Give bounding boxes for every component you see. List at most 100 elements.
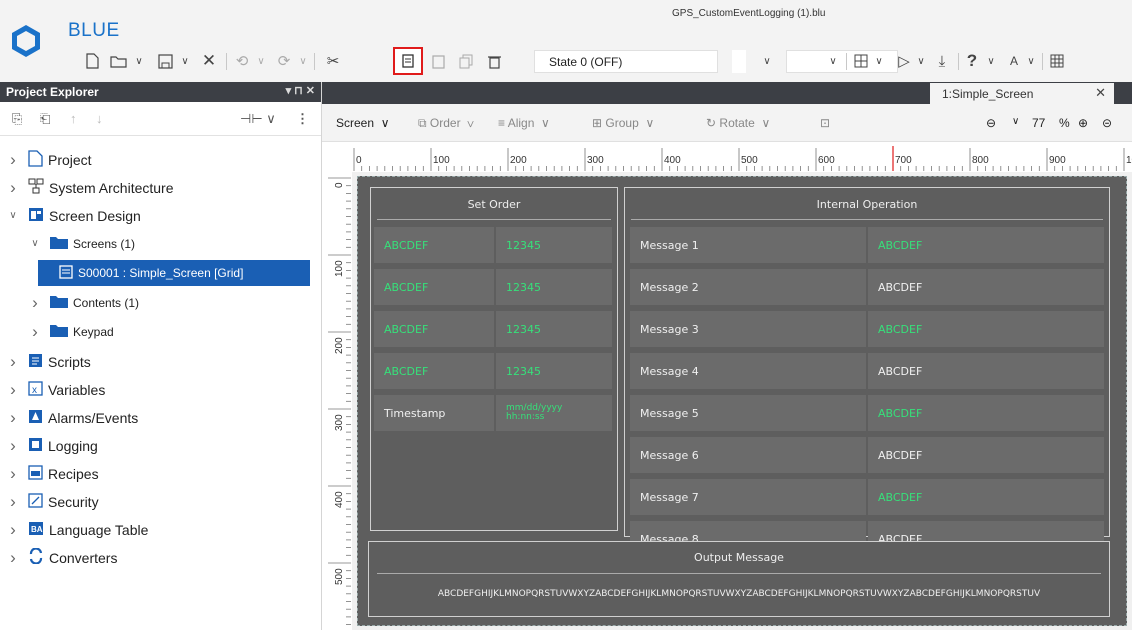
tree-item-scripts[interactable]: › Scripts xyxy=(6,348,91,375)
chevron-right-icon[interactable]: › xyxy=(6,492,20,512)
tree-item-screen-design[interactable]: ∨ Screen Design xyxy=(6,202,141,229)
tree-item-screens-1[interactable]: ∨ Screens (1) xyxy=(28,230,135,257)
close-tab-icon[interactable]: ✕ xyxy=(1095,85,1106,101)
state-select-chevron-icon[interactable]: ∨ xyxy=(760,48,774,74)
message-value-cell[interactable]: ABCDEF xyxy=(868,479,1104,515)
more-options-icon[interactable]: ⋮ xyxy=(296,111,309,127)
tab-simple-screen[interactable]: 1:Simple_Screen ✕ xyxy=(930,83,1114,104)
text-format-icon[interactable]: A xyxy=(1004,48,1024,74)
delete-icon[interactable] xyxy=(484,48,504,74)
message-name-cell[interactable]: Message 6 xyxy=(630,437,866,473)
secondary-select-chevron-icon[interactable]: ∨ xyxy=(826,48,840,74)
zoom-in-icon[interactable]: ⊕ xyxy=(1078,116,1088,130)
set-order-value-cell[interactable]: 12345 xyxy=(496,311,612,347)
state-select[interactable]: State 0 (OFF) xyxy=(534,50,718,73)
chevron-down-icon[interactable]: ∨ xyxy=(28,238,42,249)
zoom-chevron-icon[interactable]: ∨ xyxy=(1012,116,1019,127)
rotate-dropdown[interactable]: ↻ Rotate ∨ xyxy=(706,116,770,130)
set-order-name-cell[interactable]: ABCDEF xyxy=(374,311,494,347)
chevron-right-icon[interactable]: › xyxy=(6,352,20,372)
chevron-right-icon[interactable]: › xyxy=(6,150,20,170)
set-order-name-cell[interactable]: ABCDEF xyxy=(374,353,494,389)
set-order-value-cell[interactable]: 12345 xyxy=(496,269,612,305)
chevron-right-icon[interactable]: › xyxy=(6,408,20,428)
tree-item-keypad[interactable]: › Keypad xyxy=(28,318,114,345)
text-format-chevron-icon[interactable]: ∨ xyxy=(1024,48,1038,74)
help-icon[interactable]: ? xyxy=(962,48,982,74)
set-order-value-cell[interactable]: 12345 xyxy=(496,353,612,389)
add-item-icon[interactable]: ⎘ xyxy=(12,111,22,127)
open-dropdown-chevron-icon[interactable]: ∨ xyxy=(132,48,146,74)
open-icon[interactable] xyxy=(108,48,130,74)
chevron-right-icon[interactable]: › xyxy=(6,464,20,484)
grid-icon[interactable] xyxy=(1046,48,1068,74)
tree-item-security[interactable]: › Security xyxy=(6,488,98,515)
message-name-cell[interactable]: Message 4 xyxy=(630,353,866,389)
close-icon[interactable]: ✕ xyxy=(198,48,220,74)
align-dropdown[interactable]: ≡ Align ∨ xyxy=(498,116,550,130)
chevron-right-icon[interactable]: › xyxy=(6,520,20,540)
tree-item-logging[interactable]: › Logging xyxy=(6,432,98,459)
set-order-name-cell[interactable]: Timestamp xyxy=(374,395,494,431)
paste-icon[interactable] xyxy=(428,48,448,74)
hmi-screen[interactable]: Set Order Internal Operation ABCDEF 12345… xyxy=(357,176,1127,626)
run-icon[interactable]: ▷ xyxy=(894,48,914,74)
chevron-right-icon[interactable]: › xyxy=(6,178,20,198)
group-dropdown[interactable]: ⊞ Group ∨ xyxy=(592,116,654,130)
copy-icon[interactable] xyxy=(393,47,423,75)
message-name-cell[interactable]: Message 2 xyxy=(630,269,866,305)
tree-item-language-table[interactable]: › BA Language Table xyxy=(6,516,148,543)
layout-icon[interactable] xyxy=(850,48,872,74)
screen-dropdown[interactable]: Screen ∨ xyxy=(336,116,390,130)
zoom-value[interactable]: 77 xyxy=(1032,116,1045,130)
move-up-icon[interactable]: ↑ xyxy=(70,111,77,126)
help-chevron-icon[interactable]: ∨ xyxy=(984,48,998,74)
tree-item-system-architecture[interactable]: › System Architecture xyxy=(6,174,173,201)
move-down-icon[interactable]: ↓ xyxy=(96,111,103,126)
chevron-right-icon[interactable]: › xyxy=(28,322,42,342)
message-value-cell[interactable]: ABCDEF xyxy=(868,269,1104,305)
tree-item-contents-1[interactable]: › Contents (1) xyxy=(28,289,139,316)
message-name-cell[interactable]: Message 1 xyxy=(630,227,866,263)
panel-controls[interactable]: ▾ ⊓ ✕ xyxy=(286,84,315,97)
message-name-cell[interactable]: Message 7 xyxy=(630,479,866,515)
set-order-name-cell[interactable]: ABCDEF xyxy=(374,269,494,305)
undo-icon[interactable]: ⟲ xyxy=(232,48,252,74)
tree-item-converters[interactable]: › Converters xyxy=(6,544,117,571)
chevron-right-icon[interactable]: › xyxy=(6,548,20,568)
tree-item-recipes[interactable]: › Recipes xyxy=(6,460,98,487)
order-dropdown[interactable]: ⧉ Order ∨ xyxy=(418,116,474,131)
tree-item-project[interactable]: › Project xyxy=(6,146,91,173)
chevron-right-icon[interactable]: › xyxy=(28,293,42,313)
chevron-right-icon[interactable]: › xyxy=(6,436,20,456)
save-icon[interactable] xyxy=(154,48,176,74)
message-value-cell[interactable]: ABCDEF xyxy=(868,437,1104,473)
chevron-right-icon[interactable]: › xyxy=(6,380,20,400)
collapse-icon[interactable]: ⊣⊢ ∨ xyxy=(240,111,276,127)
undo-chevron-icon[interactable]: ∨ xyxy=(254,48,268,74)
message-value-cell[interactable]: ABCDEF xyxy=(868,395,1104,431)
zoom-out-icon[interactable]: ⊖ xyxy=(986,116,996,130)
chevron-down-icon[interactable]: ∨ xyxy=(6,210,20,221)
import-icon[interactable]: ⎗ xyxy=(40,111,50,127)
message-value-cell[interactable]: ABCDEF xyxy=(868,227,1104,263)
message-name-cell[interactable]: Message 5 xyxy=(630,395,866,431)
tree-item-alarms-events[interactable]: › Alarms/Events xyxy=(6,404,138,431)
preview-icon[interactable]: ⊡ xyxy=(820,116,830,130)
message-value-cell[interactable]: ABCDEF xyxy=(868,311,1104,347)
save-dropdown-chevron-icon[interactable]: ∨ xyxy=(178,48,192,74)
duplicate-icon[interactable] xyxy=(456,48,476,74)
zoom-fit-icon[interactable]: ⊝ xyxy=(1102,116,1112,130)
set-order-name-cell[interactable]: ABCDEF xyxy=(374,227,494,263)
message-value-cell[interactable]: ABCDEF xyxy=(868,353,1104,389)
set-order-value-cell[interactable]: mm/dd/yyyy hh:nn:ss xyxy=(496,395,612,431)
set-order-value-cell[interactable]: 12345 xyxy=(496,227,612,263)
layout-chevron-icon[interactable]: ∨ xyxy=(872,48,886,74)
redo-chevron-icon[interactable]: ∨ xyxy=(296,48,310,74)
cut-icon[interactable]: ✂ xyxy=(322,48,344,74)
run-chevron-icon[interactable]: ∨ xyxy=(914,48,928,74)
tree-item-s00001-simple-screen-grid[interactable]: S00001 : Simple_Screen [Grid] xyxy=(38,260,310,286)
message-name-cell[interactable]: Message 3 xyxy=(630,311,866,347)
redo-icon[interactable]: ⟳ xyxy=(274,48,294,74)
new-file-icon[interactable] xyxy=(82,48,102,74)
